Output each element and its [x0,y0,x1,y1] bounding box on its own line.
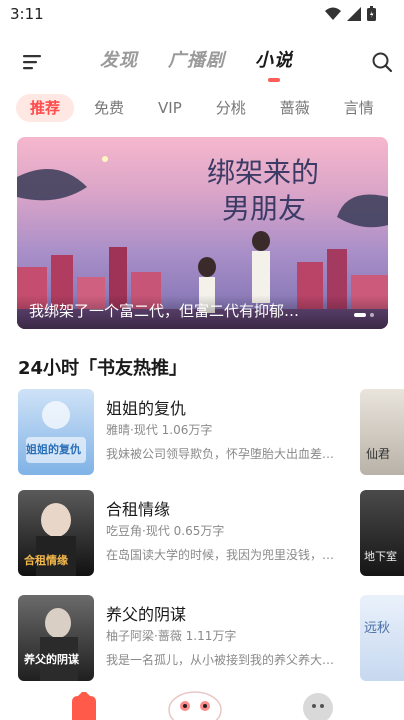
peek-cover-title: 仙君 [366,447,391,461]
next-column-cover[interactable]: 远秋 [360,595,404,681]
signal-icon [347,6,361,21]
cover-art [40,608,78,681]
banner-art-title-2: 男朋友 [222,192,307,225]
book-title: 养父的阴谋 [106,605,187,624]
book-description: 在岛国读大学的时候，我因为兜里没钱，… [106,548,335,562]
battery-icon [367,6,376,21]
tab-novel[interactable]: 小说 [255,46,293,82]
book-meta: 柚子阿梁·蔷薇 1.11万字 [106,629,237,643]
home-tab-icon[interactable] [68,692,100,720]
book-title: 合租情缘 [106,500,171,519]
top-tabs: 发现 广播剧 小说 [100,46,293,82]
banner-caption: 我绑架了一个富二代，但富二代有抑郁… [29,302,300,320]
category-more[interactable]: 猫 [394,94,404,122]
book-title: 姐姐的复仇 [106,399,187,418]
banner-dot-active [354,313,366,317]
banner-art-title-1: 绑架来的 [207,156,320,189]
cover-title: 合租情缘 [24,554,68,567]
category-tabs: 推荐 免费 VIP 分桃 蔷薇 言情 猫 [16,94,404,122]
category-vip[interactable]: VIP [144,94,196,122]
menu-icon[interactable] [20,50,44,74]
book-meta: 吃豆角·现代 0.65万字 [106,524,225,538]
banner-dot [370,313,374,317]
next-column-cover[interactable]: 仙君 [360,389,404,475]
book-meta: 雅晴·现代 1.06万字 [106,423,213,437]
book-item[interactable]: 养父的阴谋 养父的阴谋 柚子阿梁·蔷薇 1.11万字 我是一名孤儿，从小被接到我… [18,595,348,681]
book-description: 我是一名孤儿，从小被接到我的养父养大… [106,653,335,667]
status-bar: 3:11 [0,0,404,30]
book-item[interactable]: 姐姐的复仇 姐姐的复仇 雅晴·现代 1.06万字 我妹被公司领导欺负，怀孕堕胎大… [18,389,348,475]
featured-banner[interactable]: 绑架来的 男朋友 我绑架了一个富二代，但富二代有抑郁… [17,137,388,329]
wifi-icon [325,7,341,20]
book-cover: 姐姐的复仇 [18,389,94,475]
section-title: 24小时「书友热推」 [18,358,188,379]
peek-cover-title: 地下室 [364,550,397,563]
status-icons [325,6,376,21]
tab-radio-drama[interactable]: 广播剧 [168,46,225,72]
category-recommend[interactable]: 推荐 [16,94,75,122]
book-cover: 养父的阴谋 [18,595,94,681]
banner-pagination [354,313,374,317]
bottom-navigation [0,680,404,720]
next-column-cover[interactable]: 地下室 [360,490,404,576]
category-romance[interactable]: 言情 [330,94,388,122]
cover-title: 姐姐的复仇 [26,443,81,456]
status-time: 3:11 [10,5,44,23]
tab-discover[interactable]: 发现 [100,46,138,72]
profile-tab-icon[interactable] [302,692,334,720]
book-cover: 合租情缘 [18,490,94,576]
cover-title: 养父的阴谋 [24,653,79,666]
category-qiangwei[interactable]: 蔷薇 [266,94,324,122]
category-free[interactable]: 免费 [80,94,138,122]
category-fentao[interactable]: 分桃 [202,94,260,122]
peek-cover-title: 远秋 [364,621,391,636]
app-bar: 发现 广播剧 小说 [0,40,404,84]
cover-art [26,401,86,463]
book-description: 我妹被公司领导欺负，怀孕堕胎大出血差… [106,447,335,461]
search-icon[interactable] [370,50,394,74]
book-item[interactable]: 合租情缘 合租情缘 吃豆角·现代 0.65万字 在岛国读大学的时候，我因为兜里没… [18,490,348,576]
mascot-tab-icon[interactable] [165,680,225,720]
